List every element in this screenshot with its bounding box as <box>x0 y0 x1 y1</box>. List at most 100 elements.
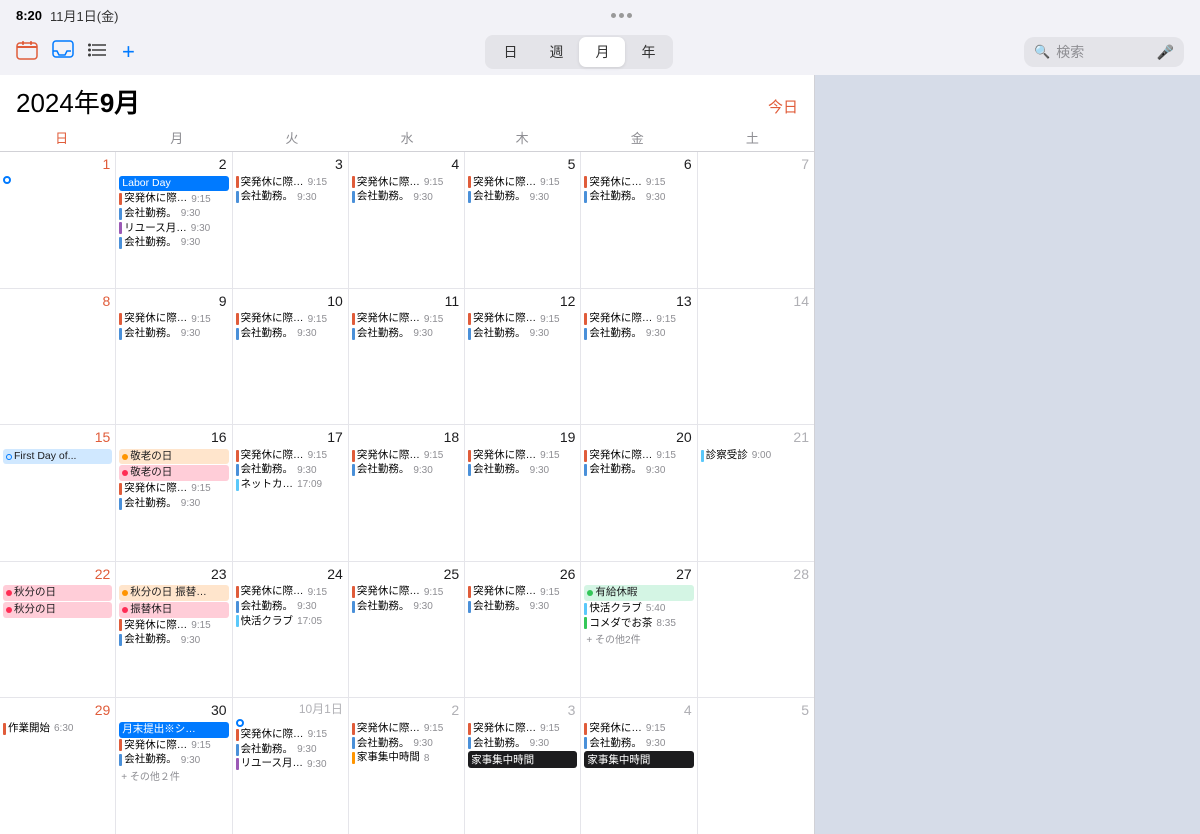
event-line[interactable]: 突発休に際…9:15 <box>352 585 461 599</box>
event-line[interactable]: 突発休に際…9:15 <box>236 728 345 742</box>
calendar-cell[interactable]: 8 <box>0 289 116 425</box>
calendar-cell[interactable]: 13突発休に際…9:15会社勤務。9:30 <box>581 289 697 425</box>
event-line[interactable]: 突発休に際…9:15 <box>468 449 577 463</box>
event-line[interactable]: 突発休に際…9:15 <box>352 176 461 190</box>
list-icon[interactable] <box>88 42 108 63</box>
event-line[interactable]: 突発休に際…9:15 <box>468 585 577 599</box>
calendar-cell[interactable]: 2Labor Day突発休に際…9:15会社勤務。9:30リユース月…9:30会… <box>116 152 232 288</box>
event-line[interactable]: 突発休に際…9:15 <box>119 739 228 753</box>
event-line[interactable]: 会社勤務。9:30 <box>352 600 461 614</box>
calendar-cell[interactable]: 12突発休に際…9:15会社勤務。9:30 <box>465 289 581 425</box>
event-bar-outline[interactable]: First Day of... <box>3 449 112 465</box>
event-line[interactable]: 突発休に際…9:15 <box>352 449 461 463</box>
event-line[interactable]: 会社勤務。9:30 <box>352 327 461 341</box>
event-line[interactable]: 作業開始6:30 <box>3 722 112 736</box>
event-bar-blue[interactable]: Labor Day <box>119 176 228 192</box>
event-line[interactable]: 会社勤務。9:30 <box>119 497 228 511</box>
view-tab-day[interactable]: 日 <box>487 37 533 67</box>
calendar-icon[interactable] <box>16 40 38 65</box>
event-line[interactable]: 診察受診9:00 <box>701 449 811 463</box>
calendar-cell[interactable]: 27 有給休暇快活クラブ5:40コメダでお茶8:35+ その他2件 <box>581 562 697 698</box>
event-line[interactable]: 突発休に際…9:15 <box>236 585 345 599</box>
event-line[interactable]: コメダでお茶8:35 <box>584 617 693 631</box>
view-tab-year[interactable]: 年 <box>625 37 671 67</box>
calendar-cell[interactable]: 6突発休に…9:15会社勤務。9:30 <box>581 152 697 288</box>
event-line[interactable]: 会社勤務。9:30 <box>119 236 228 250</box>
event-line[interactable]: 会社勤務。9:30 <box>119 327 228 341</box>
inbox-icon[interactable] <box>52 40 74 65</box>
calendar-cell[interactable]: 26突発休に際…9:15会社勤務。9:30 <box>465 562 581 698</box>
add-icon[interactable]: + <box>122 39 135 65</box>
event-line[interactable]: 会社勤務。9:30 <box>584 737 693 751</box>
more-events[interactable]: + その他２件 <box>119 768 228 783</box>
calendar-cell[interactable]: 5突発休に際…9:15会社勤務。9:30 <box>465 152 581 288</box>
event-line[interactable]: 快活クラブ5:40 <box>584 602 693 616</box>
event-line[interactable]: リユース月…9:30 <box>119 222 228 236</box>
today-button[interactable]: 今日 <box>768 96 798 117</box>
view-tab-week[interactable]: 週 <box>533 37 579 67</box>
event-line[interactable]: 突発休に際…9:15 <box>468 312 577 326</box>
event-line[interactable]: 突発休に…9:15 <box>584 722 693 736</box>
event-bar-black[interactable]: 家事集中時間 <box>584 751 693 768</box>
event-line[interactable]: 会社勤務。9:30 <box>119 753 228 767</box>
event-line[interactable]: 会社勤務。9:30 <box>236 600 345 614</box>
calendar-cell[interactable]: 22 秋分の日 秋分の日 <box>0 562 116 698</box>
calendar-cell[interactable]: 25突発休に際…9:15会社勤務。9:30 <box>349 562 465 698</box>
event-line[interactable]: 会社勤務。9:30 <box>468 600 577 614</box>
calendar-cell[interactable]: 21診察受診9:00 <box>698 425 814 561</box>
event-bar-pink[interactable]: 敬老の日 <box>119 465 228 481</box>
event-line[interactable]: 会社勤務。9:30 <box>236 743 345 757</box>
event-line[interactable]: 突発休に際…9:15 <box>119 192 228 206</box>
event-line[interactable]: 突発休に際…9:15 <box>352 722 461 736</box>
calendar-cell[interactable]: 5 <box>698 698 814 834</box>
calendar-cell[interactable]: 4突発休に際…9:15会社勤務。9:30 <box>349 152 465 288</box>
event-line[interactable]: ネットカ…17:09 <box>236 478 345 492</box>
calendar-cell[interactable]: 1 <box>0 152 116 288</box>
mic-icon[interactable]: 🎤 <box>1157 44 1174 61</box>
event-line[interactable]: 突発休に際…9:15 <box>584 449 693 463</box>
event-line[interactable]: 突発休に…9:15 <box>584 176 693 190</box>
event-line[interactable]: 突発休に際…9:15 <box>119 312 228 326</box>
event-bar-pink[interactable]: 振替休日 <box>119 602 228 618</box>
event-line[interactable]: 会社勤務。9:30 <box>352 463 461 477</box>
event-line[interactable]: 会社勤務。9:30 <box>352 737 461 751</box>
calendar-cell[interactable]: 28 <box>698 562 814 698</box>
calendar-cell[interactable]: 29作業開始6:30 <box>0 698 116 834</box>
calendar-cell[interactable]: 15 First Day of... <box>0 425 116 561</box>
event-line[interactable]: 突発休に際…9:15 <box>468 722 577 736</box>
event-line[interactable]: 突発休に際…9:15 <box>584 312 693 326</box>
calendar-cell[interactable]: 16 敬老の日 敬老の日突発休に際…9:15会社勤務。9:30 <box>116 425 232 561</box>
event-line[interactable]: 会社勤務。9:30 <box>584 463 693 477</box>
event-line[interactable]: 会社勤務。9:30 <box>584 190 693 204</box>
search-bar[interactable]: 🔍 検索 🎤 <box>1024 37 1184 67</box>
event-line[interactable]: 会社勤務。9:30 <box>236 190 345 204</box>
event-line[interactable]: 突発休に際…9:15 <box>236 312 345 326</box>
event-bar-orange[interactable]: 敬老の日 <box>119 449 228 465</box>
calendar-cell[interactable]: 10月1日突発休に際…9:15会社勤務。9:30リユース月…9:30 <box>233 698 349 834</box>
event-line[interactable]: リユース月…9:30 <box>236 757 345 771</box>
event-bar-green[interactable]: 有給休暇 <box>584 585 693 601</box>
event-line[interactable]: 突発休に際…9:15 <box>236 176 345 190</box>
event-line[interactable]: 会社勤務。9:30 <box>468 190 577 204</box>
calendar-cell[interactable]: 3突発休に際…9:15会社勤務。9:30家事集中時間 <box>465 698 581 834</box>
event-line[interactable]: 突発休に際…9:15 <box>352 312 461 326</box>
event-line[interactable]: 快活クラブ17:05 <box>236 615 345 629</box>
calendar-cell[interactable]: 2突発休に際…9:15会社勤務。9:30家事集中時間8 <box>349 698 465 834</box>
calendar-cell[interactable]: 20突発休に際…9:15会社勤務。9:30 <box>581 425 697 561</box>
event-bar-orange[interactable]: 秋分の日 振替… <box>119 585 228 601</box>
event-line[interactable]: 突発休に際…9:15 <box>236 449 345 463</box>
calendar-cell[interactable]: 4突発休に…9:15会社勤務。9:30家事集中時間 <box>581 698 697 834</box>
event-line[interactable]: 会社勤務。9:30 <box>352 190 461 204</box>
calendar-cell[interactable]: 11突発休に際…9:15会社勤務。9:30 <box>349 289 465 425</box>
calendar-cell[interactable]: 9突発休に際…9:15会社勤務。9:30 <box>116 289 232 425</box>
event-line[interactable]: 突発休に際…9:15 <box>119 619 228 633</box>
calendar-cell[interactable]: 10突発休に際…9:15会社勤務。9:30 <box>233 289 349 425</box>
event-line[interactable]: 突発休に際…9:15 <box>119 482 228 496</box>
view-tab-month[interactable]: 月 <box>579 37 625 67</box>
event-line[interactable]: 会社勤務。9:30 <box>468 327 577 341</box>
event-line[interactable]: 会社勤務。9:30 <box>468 463 577 477</box>
event-line[interactable]: 家事集中時間8 <box>352 751 461 765</box>
event-bar-black[interactable]: 家事集中時間 <box>468 751 577 768</box>
calendar-cell[interactable]: 18突発休に際…9:15会社勤務。9:30 <box>349 425 465 561</box>
more-events[interactable]: + その他2件 <box>584 631 693 646</box>
